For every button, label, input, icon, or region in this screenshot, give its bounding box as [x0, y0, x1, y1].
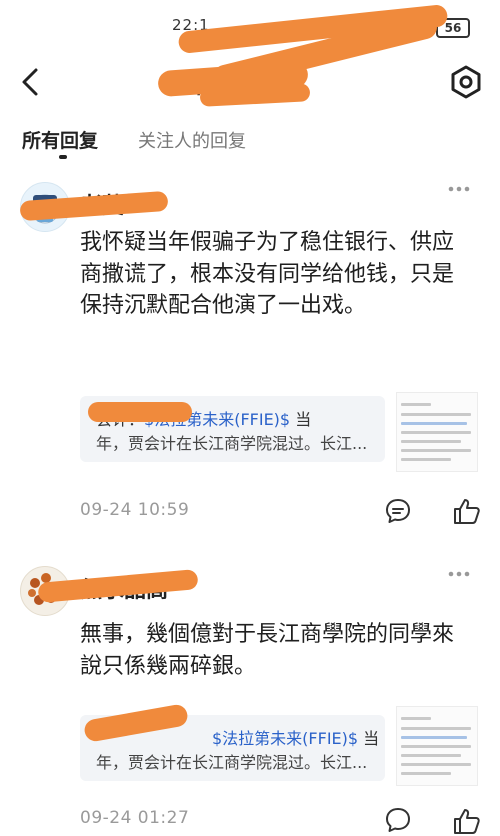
more-dots-icon[interactable]	[447, 185, 471, 193]
quote-suffix: 当	[290, 410, 312, 429]
quoted-post-thumbnail[interactable]	[396, 392, 478, 472]
quote-suffix: 当	[358, 729, 380, 748]
reply-icon[interactable]	[384, 497, 412, 525]
comment-text: 我怀疑当年假骗子为了稳住银行、供应商撒谎了，根本没有同学给他钱，只是保持沉默配合…	[80, 230, 455, 318]
back-arrow-icon[interactable]	[14, 64, 50, 100]
quoted-post-snippet: 年，贾会计在长江商学院混过。长江...	[96, 753, 368, 772]
quoted-post-thumbnail[interactable]	[396, 706, 478, 786]
like-thumb-icon[interactable]	[452, 496, 482, 526]
comment-timestamp: 09-24 10:59	[80, 500, 190, 520]
tab-active-indicator	[59, 155, 67, 159]
stock-tag-link[interactable]: $法拉第未来(FFIE)$	[212, 729, 358, 748]
tab-all-replies[interactable]: 所有回复	[22, 126, 98, 153]
redaction-mark	[88, 402, 192, 422]
comment-timestamp: 09-24 01:27	[80, 808, 190, 828]
more-dots-icon[interactable]	[447, 570, 471, 578]
quoted-post-snippet: 年，贾会计在长江商学院混过。长江...	[96, 434, 368, 453]
reply-icon[interactable]	[384, 806, 412, 834]
settings-hex-icon[interactable]	[448, 64, 484, 100]
like-thumb-icon[interactable]	[452, 806, 482, 836]
comment-text: 無事，幾個億對于長江商學院的同學來說只係幾兩碎銀。	[80, 622, 455, 679]
tab-following-replies[interactable]: 关注人的回复	[138, 127, 246, 153]
